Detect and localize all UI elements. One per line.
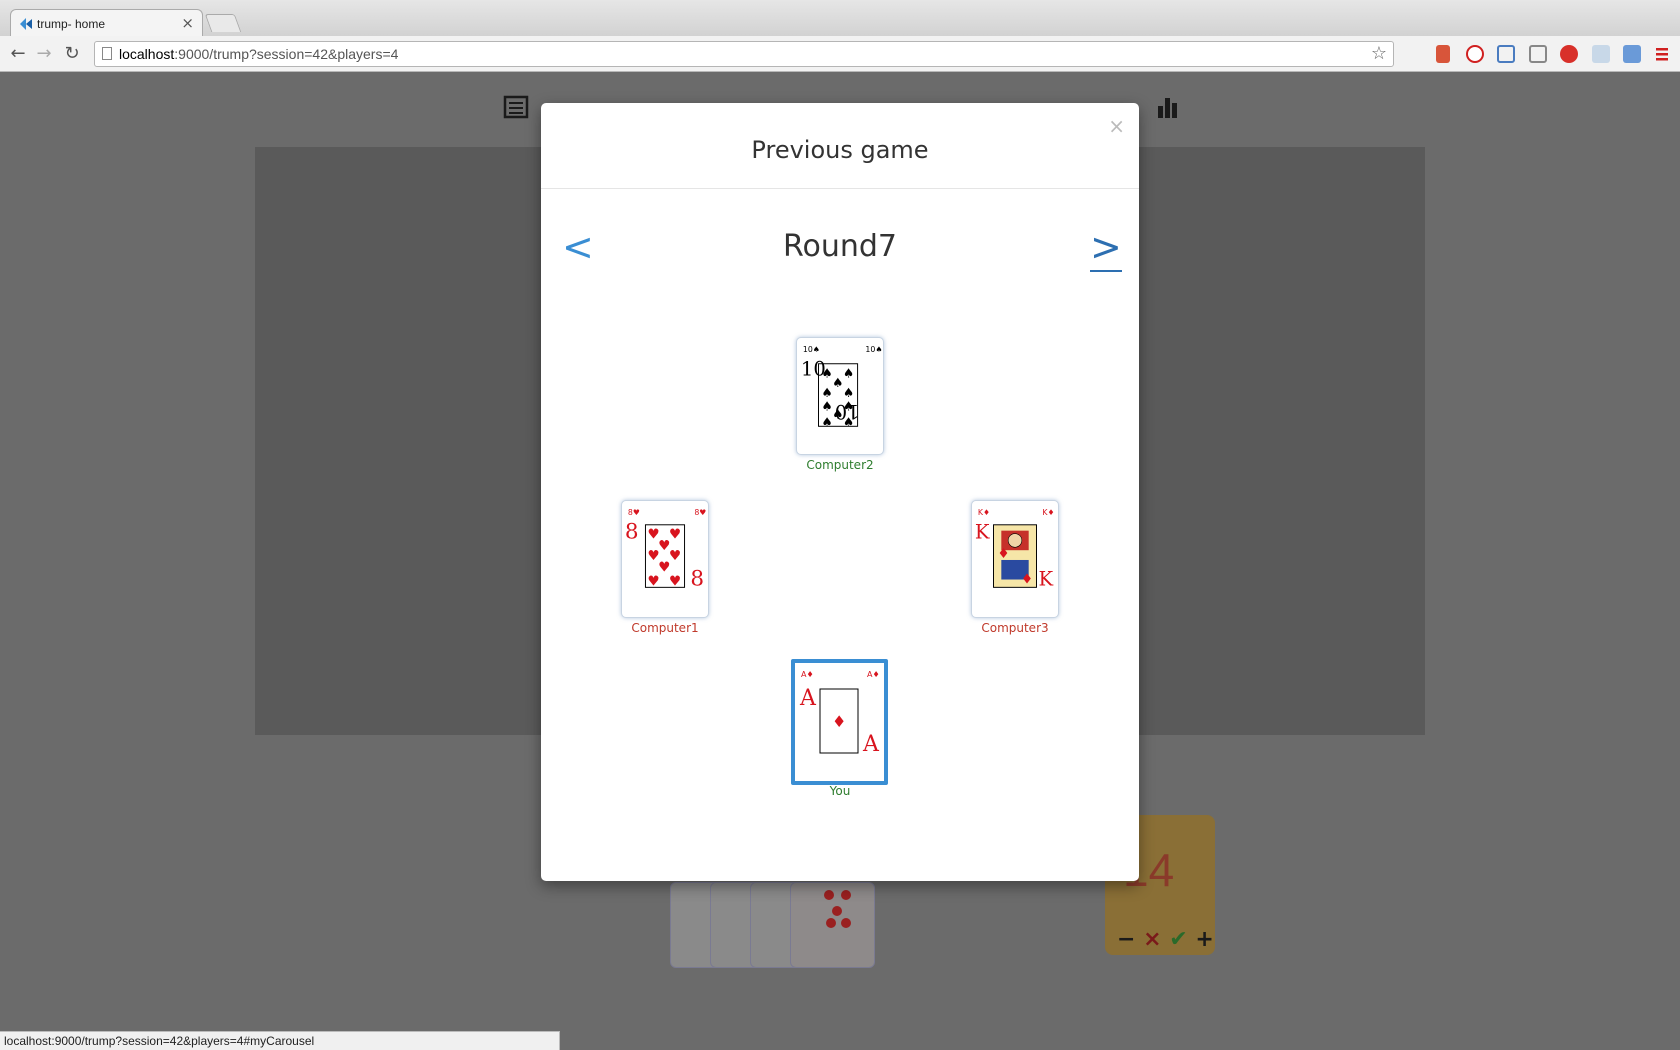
svg-text:A♦: A♦ xyxy=(801,670,814,679)
svg-text:K: K xyxy=(1038,567,1053,590)
bid-controls: − × ✔ + xyxy=(1117,927,1214,952)
screen-ext-icon[interactable] xyxy=(1497,45,1515,63)
tab-title: trump- home xyxy=(37,17,106,31)
ace-of-diamonds-card: A A ♦ A♦ A♦ xyxy=(799,670,880,757)
svg-text:8♥: 8♥ xyxy=(628,508,640,517)
page-icon xyxy=(102,47,112,60)
svg-text:♠: ♠ xyxy=(843,365,854,380)
menu-icon[interactable] xyxy=(1655,45,1669,63)
new-tab-button[interactable] xyxy=(204,14,242,32)
king-of-diamonds-card: K K ♦ ♦ K♦ K♦ xyxy=(975,508,1055,590)
reload-icon[interactable]: ↻ xyxy=(60,42,84,66)
svg-text:8♥: 8♥ xyxy=(694,508,706,517)
round-title: Round7 xyxy=(782,229,897,264)
adblock-icon[interactable] xyxy=(1560,45,1578,63)
played-card-computer3: K K ♦ ♦ K♦ K♦ xyxy=(971,500,1059,618)
hand-card[interactable] xyxy=(790,882,875,968)
svg-text:♥: ♥ xyxy=(647,573,659,589)
svg-text:♥: ♥ xyxy=(669,526,681,542)
svg-text:10♠: 10♠ xyxy=(803,345,820,354)
played-card-you: A A ♦ A♦ A♦ xyxy=(791,659,888,785)
back-icon[interactable]: ← xyxy=(6,42,30,66)
player-name-computer3: Computer3 xyxy=(981,621,1049,635)
list-icon[interactable] xyxy=(503,94,529,120)
bookmark-star-icon[interactable]: ☆ xyxy=(1371,43,1387,64)
svg-text:♠: ♠ xyxy=(821,365,832,380)
close-icon[interactable]: × xyxy=(1108,114,1125,138)
svg-text:A: A xyxy=(862,732,880,757)
player-name-computer1: Computer1 xyxy=(631,621,699,635)
svg-text:A: A xyxy=(799,686,817,711)
modal-header: Previous game × xyxy=(541,103,1139,189)
browser-toolbar: ← → ↻ localhost:9000/trump?session=42&pl… xyxy=(0,36,1680,72)
tab-close-icon[interactable]: × xyxy=(181,14,194,32)
address-bar[interactable]: localhost:9000/trump?session=42&players=… xyxy=(94,41,1394,67)
status-bar: localhost:9000/trump?session=42&players=… xyxy=(0,1031,560,1050)
svg-text:♦: ♦ xyxy=(997,546,1009,562)
svg-text:10♠: 10♠ xyxy=(865,345,882,354)
svg-text:♥: ♥ xyxy=(669,548,681,564)
browser-tab[interactable]: trump- home × xyxy=(10,9,203,37)
forward-icon[interactable]: → xyxy=(32,42,56,66)
svg-text:8: 8 xyxy=(690,566,704,591)
eight-of-hearts-card: 8 8 ♥ ♥ ♥ ♥ ♥ ♥ ♥ ♥ 8♥ 8♥ xyxy=(625,508,706,591)
svg-text:♠: ♠ xyxy=(843,414,854,429)
url-text: localhost:9000/trump?session=42&players=… xyxy=(119,46,399,62)
cancel-icon[interactable]: × xyxy=(1143,927,1161,952)
jb-ext-icon[interactable] xyxy=(1592,45,1610,63)
minus-icon[interactable]: − xyxy=(1117,927,1135,952)
confirm-icon[interactable]: ✔ xyxy=(1169,927,1187,952)
browser-tabstrip: trump- home × xyxy=(0,0,1680,37)
record-ext-icon[interactable] xyxy=(1466,45,1484,63)
svg-text:K♦: K♦ xyxy=(978,508,990,517)
svg-text:♦: ♦ xyxy=(832,712,846,731)
svg-text:K: K xyxy=(975,520,990,543)
svg-text:♦: ♦ xyxy=(1021,571,1033,587)
svg-text:♠: ♠ xyxy=(843,399,854,414)
app-favicon-icon xyxy=(20,18,32,30)
player-name-computer2: Computer2 xyxy=(806,458,874,472)
svg-text:8: 8 xyxy=(625,519,639,544)
bar-chart-icon[interactable] xyxy=(1155,94,1181,120)
svg-text:♠: ♠ xyxy=(821,414,832,429)
played-card-computer1: 8 8 ♥ ♥ ♥ ♥ ♥ ♥ ♥ ♥ 8♥ 8♥ xyxy=(621,500,709,618)
ten-of-spades-card: 10 10 ♠ ♠ ♠ ♠ ♠ ♠ ♠ ♠ ♠ ♠ 10♠ 10♠ xyxy=(801,345,882,429)
plus-icon[interactable]: + xyxy=(1195,927,1213,952)
modal-title: Previous game xyxy=(751,136,929,164)
svg-text:A♦: A♦ xyxy=(867,670,880,679)
svg-text:♠: ♠ xyxy=(832,406,843,421)
svg-text:♠: ♠ xyxy=(821,399,832,414)
svg-text:♠: ♠ xyxy=(832,375,843,390)
eyedropper-ext-icon[interactable] xyxy=(1623,45,1641,63)
svg-text:♥: ♥ xyxy=(669,573,681,589)
svg-text:K♦: K♦ xyxy=(1042,508,1054,517)
cast-icon[interactable] xyxy=(1529,45,1547,63)
previous-game-modal: Previous game × < > Round7 10 10 ♠ ♠ ♠ ♠ ♠… xyxy=(541,103,1139,881)
played-card-computer2: 10 10 ♠ ♠ ♠ ♠ ♠ ♠ ♠ ♠ ♠ ♠ 10♠ 10♠ xyxy=(796,337,884,455)
player-name-you: You xyxy=(829,784,851,798)
bookmark-ext-icon[interactable] xyxy=(1436,45,1450,63)
